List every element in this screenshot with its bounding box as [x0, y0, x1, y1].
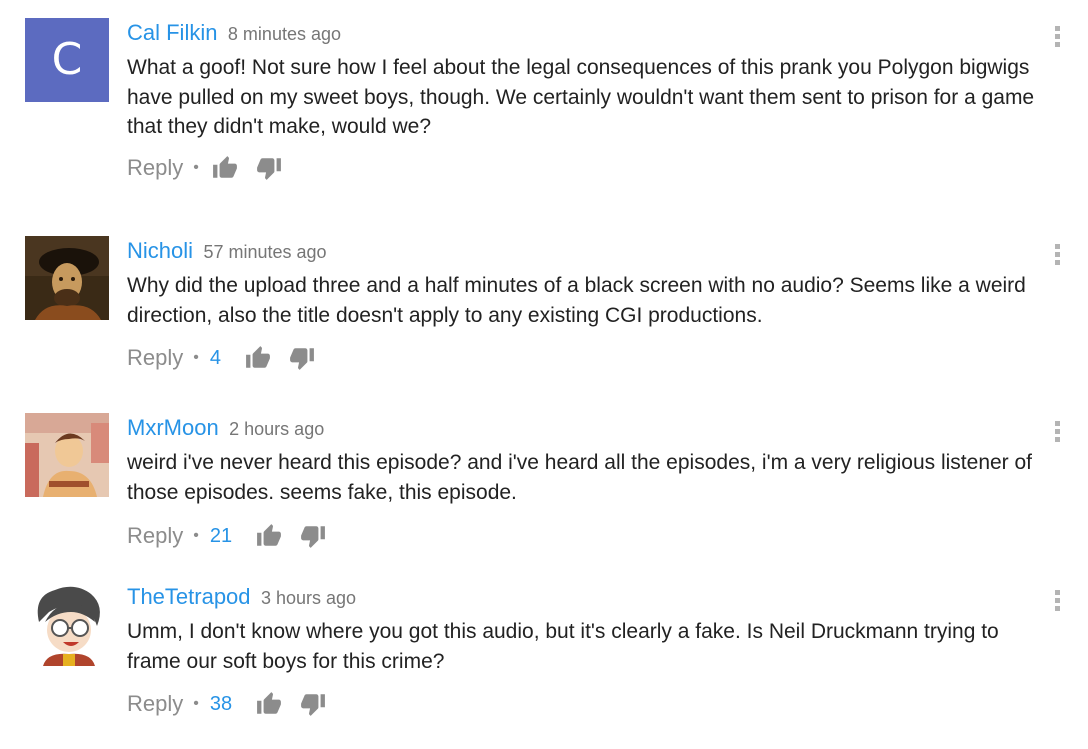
comment-actions: Reply • 4	[127, 343, 315, 373]
timestamp[interactable]: 8 minutes ago	[228, 24, 341, 44]
thumbs-up-icon[interactable]	[256, 691, 282, 717]
reply-button[interactable]: Reply	[127, 523, 183, 549]
thumbs-up-icon[interactable]	[256, 523, 282, 549]
separator-dot: •	[193, 527, 199, 544]
thumbs-up-icon[interactable]	[245, 345, 271, 371]
avatar[interactable]	[25, 582, 109, 666]
comment-actions: Reply • 21	[127, 521, 326, 551]
comment-header: Nicholi 57 minutes ago	[127, 238, 327, 268]
separator-dot: •	[193, 695, 199, 712]
vertical-dots-icon[interactable]	[1050, 421, 1064, 447]
comment-actions: Reply • 38	[127, 689, 326, 719]
separator-dot: •	[193, 349, 199, 366]
reply-button[interactable]: Reply	[127, 691, 183, 717]
author-name[interactable]: MxrMoon	[127, 415, 219, 440]
vertical-dots-icon[interactable]	[1050, 26, 1064, 52]
timestamp[interactable]: 2 hours ago	[229, 419, 324, 439]
author-name[interactable]: Cal Filkin	[127, 20, 217, 45]
thumbs-down-icon[interactable]	[256, 155, 282, 181]
comment-text: Umm, I don't know where you got this aud…	[127, 620, 999, 673]
comment-actions: Reply •	[127, 153, 282, 183]
vertical-dots-icon[interactable]	[1050, 244, 1064, 270]
like-count: 21	[209, 524, 233, 547]
timestamp[interactable]: 57 minutes ago	[203, 242, 326, 262]
comment-header: MxrMoon 2 hours ago	[127, 415, 324, 445]
avatar[interactable]: C	[25, 18, 109, 102]
reply-button[interactable]: Reply	[127, 345, 183, 371]
reply-button[interactable]: Reply	[127, 155, 183, 181]
author-name[interactable]: TheTetrapod	[127, 584, 251, 609]
comment-header: TheTetrapod 3 hours ago	[127, 584, 356, 614]
vertical-dots-icon[interactable]	[1050, 590, 1064, 616]
avatar[interactable]	[25, 413, 109, 497]
comment-header: Cal Filkin 8 minutes ago	[127, 20, 341, 50]
author-name[interactable]: Nicholi	[127, 238, 193, 263]
timestamp[interactable]: 3 hours ago	[261, 588, 356, 608]
comment-text: weird i've never heard this episode? and…	[127, 451, 1033, 504]
thumbs-down-icon[interactable]	[300, 523, 326, 549]
thumbs-up-icon[interactable]	[212, 155, 238, 181]
comment-text: What a goof! Not sure how I feel about t…	[127, 56, 1035, 138]
comment-text: Why did the upload three and a half minu…	[127, 274, 1026, 327]
thumbs-down-icon[interactable]	[289, 345, 315, 371]
like-count: 38	[209, 692, 233, 715]
separator-dot: •	[193, 159, 199, 176]
like-count: 4	[209, 346, 221, 369]
avatar[interactable]	[25, 236, 109, 320]
thumbs-down-icon[interactable]	[300, 691, 326, 717]
